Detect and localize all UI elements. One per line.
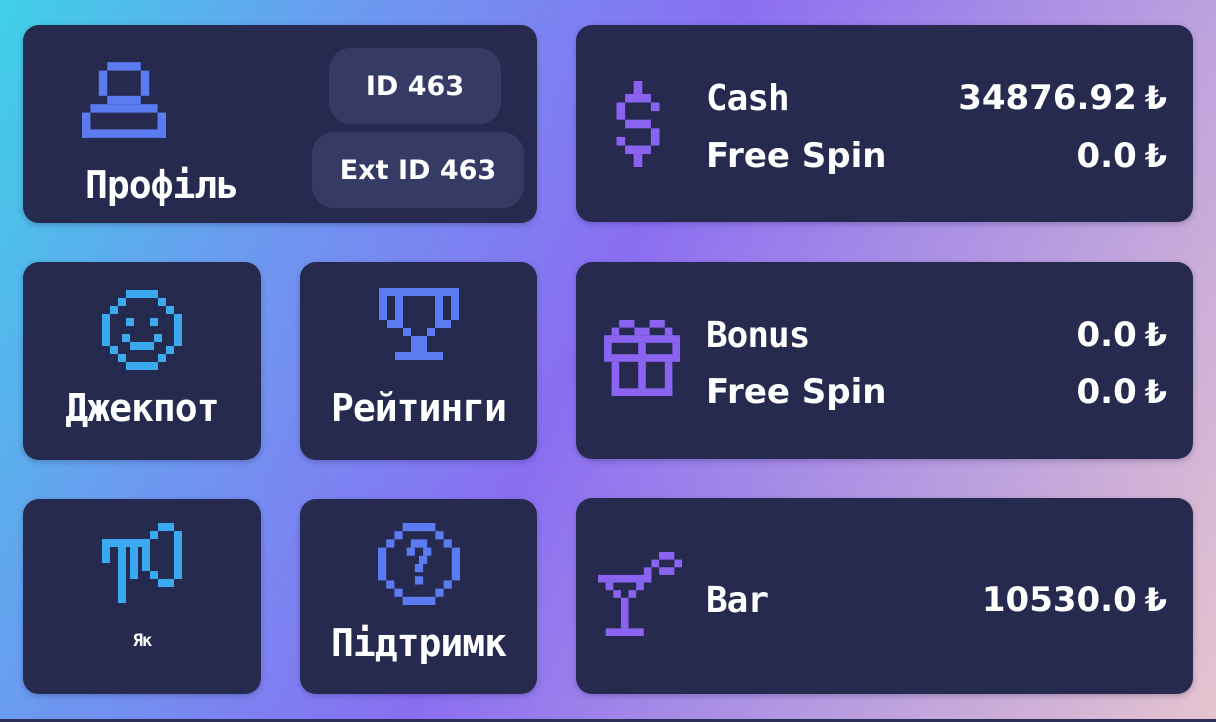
trophy-icon — [378, 288, 459, 360]
cash-value: 34876.92 — [958, 78, 1137, 118]
jackpot-label: Джекпот — [65, 386, 219, 430]
ext-id-text: Ext ID 463 — [339, 154, 497, 186]
bonus-free-spin-row: Free Spin 0.0 ₺ — [706, 370, 1167, 414]
bonus-balance-card[interactable]: Bonus 0.0 ₺ Free Spin 0.0 ₺ — [576, 262, 1193, 459]
cash-free-spin-row: Free Spin 0.0 ₺ — [706, 134, 1167, 178]
question-icon — [377, 523, 460, 605]
ext-id-badge: Ext ID 463 — [312, 132, 524, 208]
bonus-free-spin-label: Free Spin — [706, 372, 887, 412]
currency-symbol: ₺ — [1144, 137, 1167, 175]
bonus-free-spin-value: 0.0 — [1076, 372, 1137, 412]
bonus-value: 0.0 — [1076, 315, 1137, 355]
bonus-value-group: 0.0 ₺ — [1077, 315, 1168, 355]
bonus-label: Bonus — [706, 314, 810, 356]
ratings-label: Рейтинги — [330, 386, 507, 430]
currency-symbol: ₺ — [1144, 79, 1167, 117]
bonus-free-spin-group: 0.0 ₺ — [1077, 372, 1168, 412]
cocktail-icon — [598, 552, 682, 636]
how-label: Як — [132, 631, 152, 651]
cash-free-spin-value: 0.0 — [1076, 136, 1137, 176]
currency-symbol: ₺ — [1144, 316, 1167, 354]
bonus-row: Bonus 0.0 ₺ — [706, 313, 1167, 357]
currency-symbol: ₺ — [1144, 373, 1167, 411]
cash-value-group: 34876.92 ₺ — [958, 78, 1167, 118]
cash-label: Cash — [706, 77, 790, 119]
bar-row: Bar 10530.0 ₺ — [706, 578, 1167, 622]
jackpot-tile[interactable]: Джекпот — [23, 262, 261, 460]
bar-value: 10530.0 — [981, 580, 1137, 620]
user-id-badge: ID 463 — [329, 48, 501, 124]
bar-label: Bar — [706, 579, 769, 621]
how-to-tile[interactable]: Як — [23, 499, 261, 694]
support-label: Підтримк — [330, 621, 507, 665]
megaphone-icon — [102, 523, 182, 603]
bar-balance-card[interactable]: Bar 10530.0 ₺ — [576, 498, 1193, 694]
currency-symbol: ₺ — [1144, 581, 1167, 619]
profile-label: Профіль — [85, 163, 239, 207]
user-icon — [82, 62, 166, 138]
user-id-text: ID 463 — [365, 70, 465, 102]
profile-card[interactable]: Профіль ID 463 Ext ID 463 — [23, 25, 537, 223]
dollar-icon — [616, 81, 660, 167]
cash-row: Cash 34876.92 ₺ — [706, 76, 1167, 120]
cash-free-spin-group: 0.0 ₺ — [1077, 136, 1168, 176]
cash-balance-card[interactable]: Cash 34876.92 ₺ Free Spin 0.0 ₺ — [576, 25, 1193, 222]
smiley-icon — [102, 290, 182, 370]
ratings-tile[interactable]: Рейтинги — [300, 262, 537, 460]
bar-value-group: 10530.0 ₺ — [982, 580, 1167, 620]
support-tile[interactable]: Підтримк — [300, 499, 537, 694]
cash-free-spin-label: Free Spin — [706, 136, 887, 176]
gift-icon — [604, 320, 680, 396]
